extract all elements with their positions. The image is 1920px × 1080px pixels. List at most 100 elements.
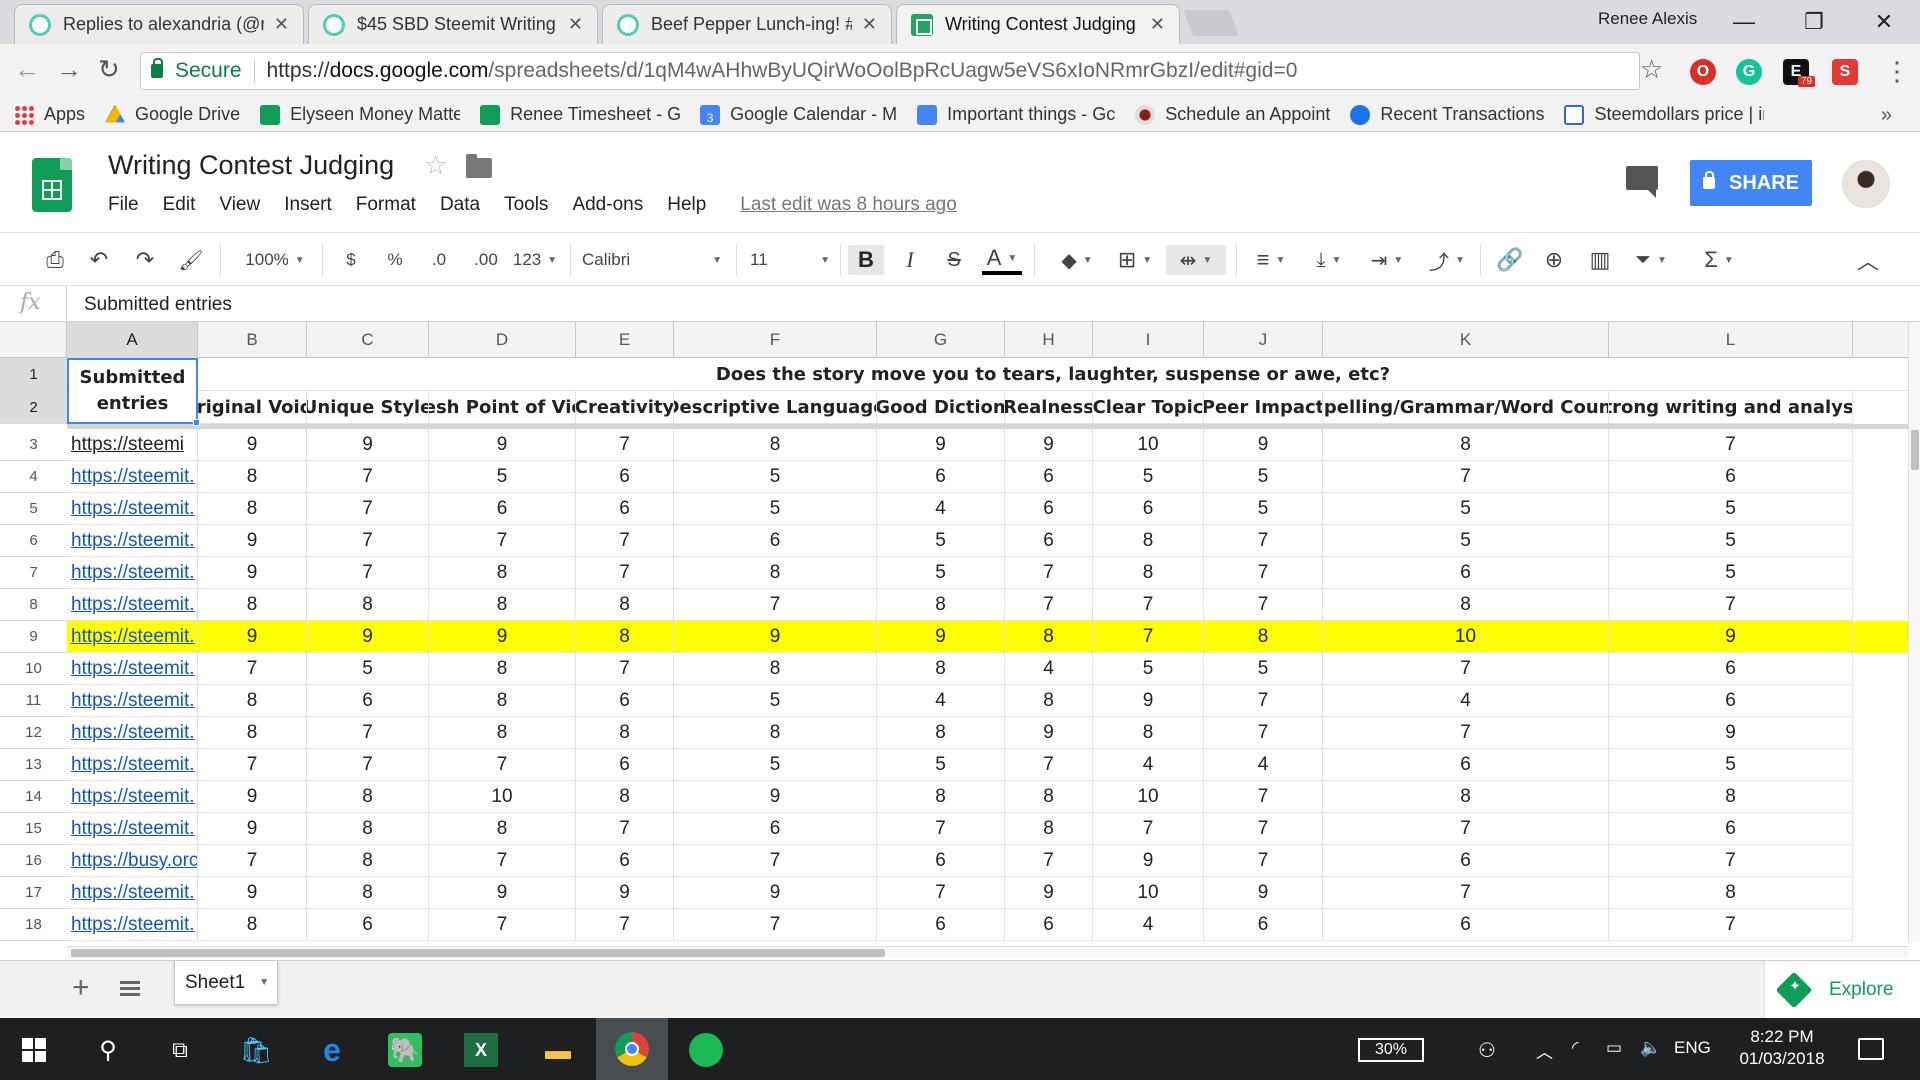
freeze-divider[interactable] — [67, 424, 1908, 429]
score-cell[interactable]: 5 — [674, 685, 877, 717]
score-cell[interactable]: 5 — [1609, 749, 1853, 781]
score-cell[interactable]: 6 — [307, 909, 429, 941]
menu-file[interactable]: File — [108, 194, 139, 216]
score-cell[interactable]: 7 — [1093, 621, 1204, 653]
row-header[interactable]: 3 — [0, 429, 67, 461]
score-cell[interactable]: 7 — [1005, 589, 1093, 621]
text-rotation-icon[interactable]: ⤴ ▼ — [1424, 245, 1470, 275]
score-cell[interactable]: 8 — [674, 557, 877, 589]
entry-link-cell[interactable]: https://steemit. — [67, 557, 198, 589]
entry-link-cell[interactable]: https://steemit. — [67, 589, 198, 621]
horizontal-align-icon[interactable]: ≡ ▼ — [1248, 245, 1294, 275]
score-cell[interactable]: 8 — [1609, 781, 1853, 813]
more-formats-button[interactable]: 123 ▼ — [510, 245, 560, 275]
close-window-button[interactable]: ✕ — [1856, 4, 1912, 40]
score-cell[interactable]: 5 — [674, 461, 877, 493]
entry-link-cell[interactable]: https://busy.orc — [67, 845, 198, 877]
bookmark-recent-transactions[interactable]: Recent Transactions — [1350, 104, 1544, 125]
score-cell[interactable]: 8 — [877, 781, 1005, 813]
score-cell[interactable]: 9 — [674, 781, 877, 813]
row-header[interactable]: 4 — [0, 461, 67, 493]
back-arrow-icon[interactable]: ← — [14, 54, 40, 85]
score-cell[interactable]: 7 — [307, 525, 429, 557]
score-cell[interactable]: 8 — [307, 813, 429, 845]
score-cell[interactable]: 8 — [307, 845, 429, 877]
score-cell[interactable]: 6 — [1005, 525, 1093, 557]
bold-button[interactable]: B — [848, 245, 884, 275]
close-icon[interactable]: ✕ — [1150, 14, 1165, 35]
score-cell[interactable]: 6 — [307, 685, 429, 717]
score-cell[interactable]: 8 — [1323, 781, 1609, 813]
insert-link-icon[interactable]: 🔗 — [1494, 245, 1526, 275]
score-cell[interactable]: 4 — [1093, 749, 1204, 781]
entry-link-cell[interactable]: https://steemit. — [67, 685, 198, 717]
browser-tab[interactable]: Replies to alexandria (@r ✕ — [14, 4, 304, 44]
score-cell[interactable]: 9 — [198, 621, 307, 653]
score-cell[interactable]: 7 — [576, 525, 674, 557]
score-cell[interactable]: 6 — [1093, 493, 1204, 525]
battery-icon[interactable]: ▭ — [1606, 1038, 1622, 1058]
score-cell[interactable]: 8 — [1323, 429, 1609, 461]
all-sheets-icon[interactable] — [120, 981, 140, 997]
new-tab-button[interactable] — [1183, 10, 1239, 36]
profile-name[interactable]: Renee Alexis — [1598, 9, 1697, 29]
score-cell[interactable]: 7 — [576, 653, 674, 685]
criteria-header-cell[interactable]: Fresh Point of View — [429, 391, 576, 424]
insert-chart-icon[interactable]: ▥ — [1584, 245, 1616, 275]
row-header[interactable]: 11 — [0, 685, 67, 717]
score-cell[interactable]: 6 — [1005, 461, 1093, 493]
avatar[interactable] — [1842, 160, 1890, 208]
row-header[interactable]: 1 — [0, 358, 67, 391]
score-cell[interactable]: 7 — [674, 909, 877, 941]
score-cell[interactable]: 6 — [1323, 845, 1609, 877]
font-family-select[interactable]: Calibri ▼ — [582, 245, 722, 275]
score-cell[interactable]: 10 — [429, 781, 576, 813]
browser-tab-active[interactable]: Writing Contest Judging ✕ — [896, 4, 1180, 44]
spreadsheet-grid[interactable]: ABCDEFGHIJKL 1 2 3 4 5 6 7 8 9 10 11 12 13 14 15 16 17 18… — [0, 322, 1920, 942]
score-cell[interactable]: 7 — [1005, 749, 1093, 781]
score-cell[interactable]: 7 — [1204, 845, 1323, 877]
score-cell[interactable]: 5 — [674, 493, 877, 525]
column-header-g[interactable]: G — [877, 322, 1005, 358]
score-cell[interactable]: 7 — [1005, 845, 1093, 877]
criteria-header-cell[interactable]: Creativity — [576, 391, 674, 424]
score-cell[interactable]: 9 — [674, 621, 877, 653]
chevron-up-icon[interactable]: ︿ — [1852, 245, 1884, 275]
score-cell[interactable]: 9 — [576, 877, 674, 909]
score-cell[interactable]: 5 — [1093, 653, 1204, 685]
borders-icon[interactable]: ⊞ ▼ — [1112, 245, 1158, 275]
scroll-thumb[interactable] — [1911, 430, 1919, 470]
score-cell[interactable]: 7 — [1204, 781, 1323, 813]
score-cell[interactable]: 7 — [307, 461, 429, 493]
score-cell[interactable]: 7 — [1323, 877, 1609, 909]
vertical-align-icon[interactable]: ⤓ ▼ — [1306, 245, 1352, 275]
score-cell[interactable]: 6 — [674, 525, 877, 557]
bookmark-important-things[interactable]: Important things - Gc — [917, 104, 1115, 125]
score-cell[interactable]: 6 — [576, 749, 674, 781]
score-cell[interactable]: 8 — [576, 717, 674, 749]
score-cell[interactable]: 7 — [877, 813, 1005, 845]
score-cell[interactable]: 8 — [1093, 557, 1204, 589]
score-cell[interactable]: 6 — [1609, 813, 1853, 845]
score-cell[interactable]: 8 — [1609, 877, 1853, 909]
vertical-scrollbar[interactable] — [1908, 322, 1920, 942]
share-button[interactable]: SHARE — [1690, 160, 1812, 206]
score-cell[interactable]: 7 — [877, 877, 1005, 909]
bookmark-steemdollars-price[interactable]: Steemdollars price | ir — [1564, 104, 1764, 125]
menu-tools[interactable]: Tools — [504, 194, 548, 216]
score-cell[interactable]: 7 — [1609, 589, 1853, 621]
score-cell[interactable]: 4 — [1005, 653, 1093, 685]
score-cell[interactable]: 8 — [198, 909, 307, 941]
bookmark-google-calendar[interactable]: 3 Google Calendar - M — [700, 104, 897, 125]
print-icon[interactable]: ⎙ — [40, 245, 70, 275]
bookmark-google-drive[interactable]: Google Drive — [105, 104, 240, 125]
score-cell[interactable]: 8 — [1323, 589, 1609, 621]
score-cell[interactable]: 6 — [1204, 909, 1323, 941]
people-icon[interactable]: ⚇ — [1478, 1038, 1496, 1063]
cell-a1-selected[interactable]: Submitted entries — [67, 358, 198, 424]
score-cell[interactable]: 5 — [1204, 653, 1323, 685]
file-explorer-icon[interactable]: ▬ — [538, 1030, 578, 1070]
score-cell[interactable]: 9 — [1204, 877, 1323, 909]
score-cell[interactable]: 7 — [307, 557, 429, 589]
score-cell[interactable]: 7 — [198, 749, 307, 781]
